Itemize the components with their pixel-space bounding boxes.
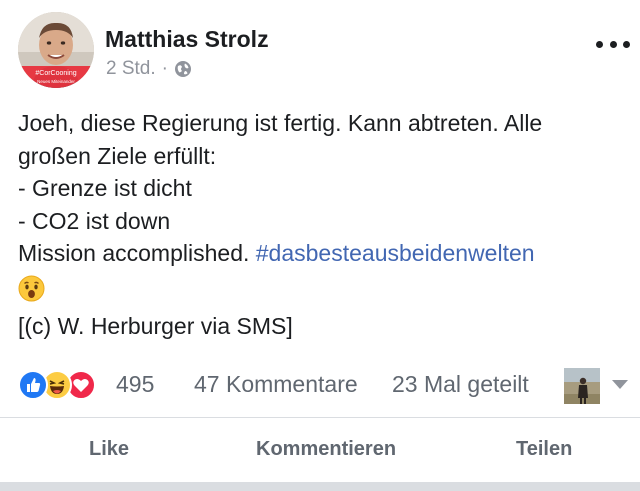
like-icon bbox=[18, 370, 48, 400]
post-text: Joeh, diese Regierung ist fertig. Kann a… bbox=[18, 107, 628, 342]
post-text-line: großen Ziele erfüllt: bbox=[18, 142, 217, 169]
comments-count[interactable]: 47 Kommentare bbox=[194, 371, 358, 398]
sharer-avatar[interactable] bbox=[564, 368, 600, 404]
more-dot-icon bbox=[609, 40, 617, 48]
post-time[interactable]: 2 Std. bbox=[106, 58, 156, 80]
hashtag-link[interactable]: #dasbesteausbeidenwelten bbox=[256, 240, 535, 266]
post-meta: 2 Std. · bbox=[106, 58, 192, 80]
share-button[interactable]: Teilen bbox=[516, 438, 572, 461]
wow-emoji-icon bbox=[18, 275, 45, 302]
avatar-banner-subtext: Neues Miteinander bbox=[37, 79, 75, 84]
post-text-line: - Grenze ist dicht bbox=[18, 175, 192, 201]
post-header: #CorCooning Neues Miteinander Matthias S… bbox=[0, 0, 640, 100]
more-dot-icon bbox=[596, 40, 603, 48]
action-bar: Like Kommentieren Teilen bbox=[0, 418, 640, 482]
shares-count[interactable]: 23 Mal geteilt bbox=[392, 371, 529, 398]
comment-button[interactable]: Kommentieren bbox=[256, 438, 396, 461]
post-text-line: Mission accomplished. bbox=[18, 240, 250, 266]
more-options-button[interactable] bbox=[596, 36, 630, 52]
reactions-dropdown-caret-icon[interactable] bbox=[612, 380, 628, 389]
emoji-line bbox=[18, 270, 628, 308]
author-name[interactable]: Matthias Strolz bbox=[105, 26, 269, 53]
post-text-line: - CO2 ist down bbox=[18, 207, 171, 234]
reaction-count[interactable]: 495 bbox=[116, 371, 154, 398]
post-text-line-with-hashtag: Mission accomplished. #dasbesteausbeiden… bbox=[18, 237, 628, 270]
post-text-line: Joeh, diese Regierung ist fertig. Kann a… bbox=[18, 110, 543, 136]
meta-separator: · bbox=[161, 58, 168, 79]
like-button[interactable]: Like bbox=[89, 438, 129, 461]
more-dot-icon bbox=[623, 40, 630, 48]
reaction-icons[interactable] bbox=[18, 370, 110, 400]
feed-separator bbox=[0, 482, 640, 491]
post-credit: [(c) W. Herburger via SMS] bbox=[18, 312, 293, 339]
avatar-banner-text: #CorCooning bbox=[35, 70, 76, 77]
author-avatar-image: #CorCooning Neues Miteinander bbox=[18, 12, 94, 88]
globe-icon bbox=[174, 60, 192, 78]
author-avatar[interactable]: #CorCooning Neues Miteinander bbox=[18, 12, 94, 88]
reactions-bar: 495 47 Kommentare 23 Mal geteilt bbox=[18, 364, 630, 404]
